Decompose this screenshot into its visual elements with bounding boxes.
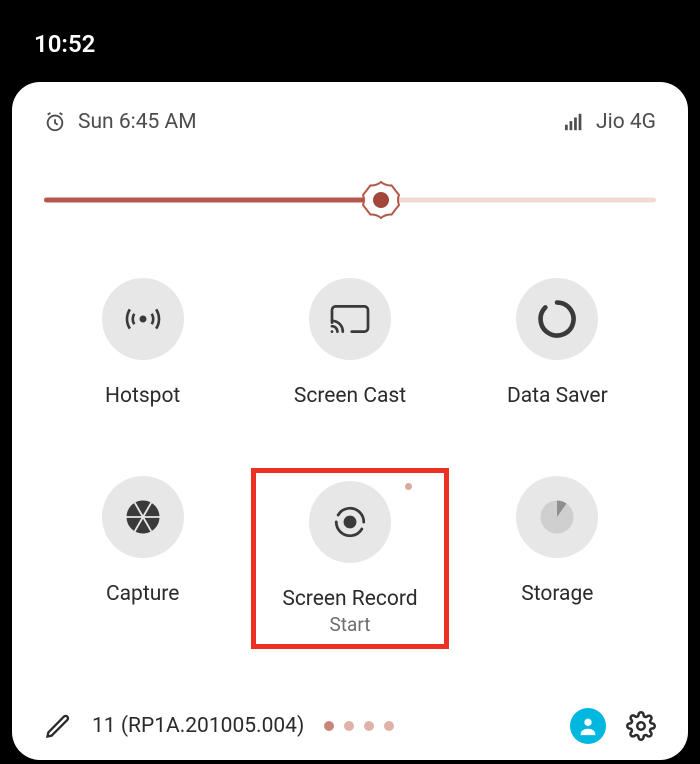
device-time: 10:52 — [34, 30, 95, 58]
storage-pie-icon — [516, 476, 598, 558]
tile-label: Storage — [521, 582, 593, 606]
status-day-time: Sun 6:45 AM — [78, 110, 197, 134]
tile-datasaver[interactable]: Data Saver — [459, 270, 656, 416]
cast-icon — [309, 278, 391, 360]
brightness-thumb[interactable] — [361, 180, 401, 220]
tile-label: Capture — [106, 582, 179, 606]
build-number[interactable]: 11 (RP1A.201005.004) — [92, 714, 304, 738]
hotspot-icon — [102, 278, 184, 360]
brightness-fill — [44, 198, 381, 203]
tile-label: Screen Cast — [294, 384, 406, 408]
tile-storage[interactable]: Storage — [459, 468, 656, 649]
tiles-grid: Hotspot Screen Cast Data Saver — [44, 270, 656, 649]
tile-capture[interactable]: Capture — [44, 468, 241, 649]
tile-label: Data Saver — [507, 384, 608, 408]
status-dot — [405, 483, 412, 490]
tile-screenrecord[interactable]: Screen Record Start — [251, 468, 448, 649]
quick-settings-panel: Sun 6:45 AM Jio 4G — [12, 82, 688, 760]
tile-sublabel: Start — [330, 613, 371, 636]
tile-label: Screen Record — [282, 587, 417, 611]
datasaver-icon — [516, 278, 598, 360]
page-indicator[interactable] — [324, 721, 394, 731]
settings-icon[interactable] — [626, 711, 656, 741]
tile-screencast[interactable]: Screen Cast — [251, 270, 448, 416]
panel-footer: 11 (RP1A.201005.004) — [44, 688, 656, 744]
aperture-icon — [102, 476, 184, 558]
signal-icon — [564, 112, 586, 132]
status-left: Sun 6:45 AM — [44, 110, 197, 134]
alarm-icon — [44, 111, 66, 133]
tile-hotspot[interactable]: Hotspot — [44, 270, 241, 416]
carrier-label: Jio 4G — [596, 110, 656, 134]
user-avatar[interactable] — [570, 708, 606, 744]
status-right: Jio 4G — [564, 110, 656, 134]
edit-icon[interactable] — [44, 712, 72, 740]
tile-label: Hotspot — [105, 384, 180, 408]
record-icon — [309, 481, 391, 563]
brightness-slider[interactable] — [44, 182, 656, 218]
status-bar: Sun 6:45 AM Jio 4G — [44, 110, 656, 134]
